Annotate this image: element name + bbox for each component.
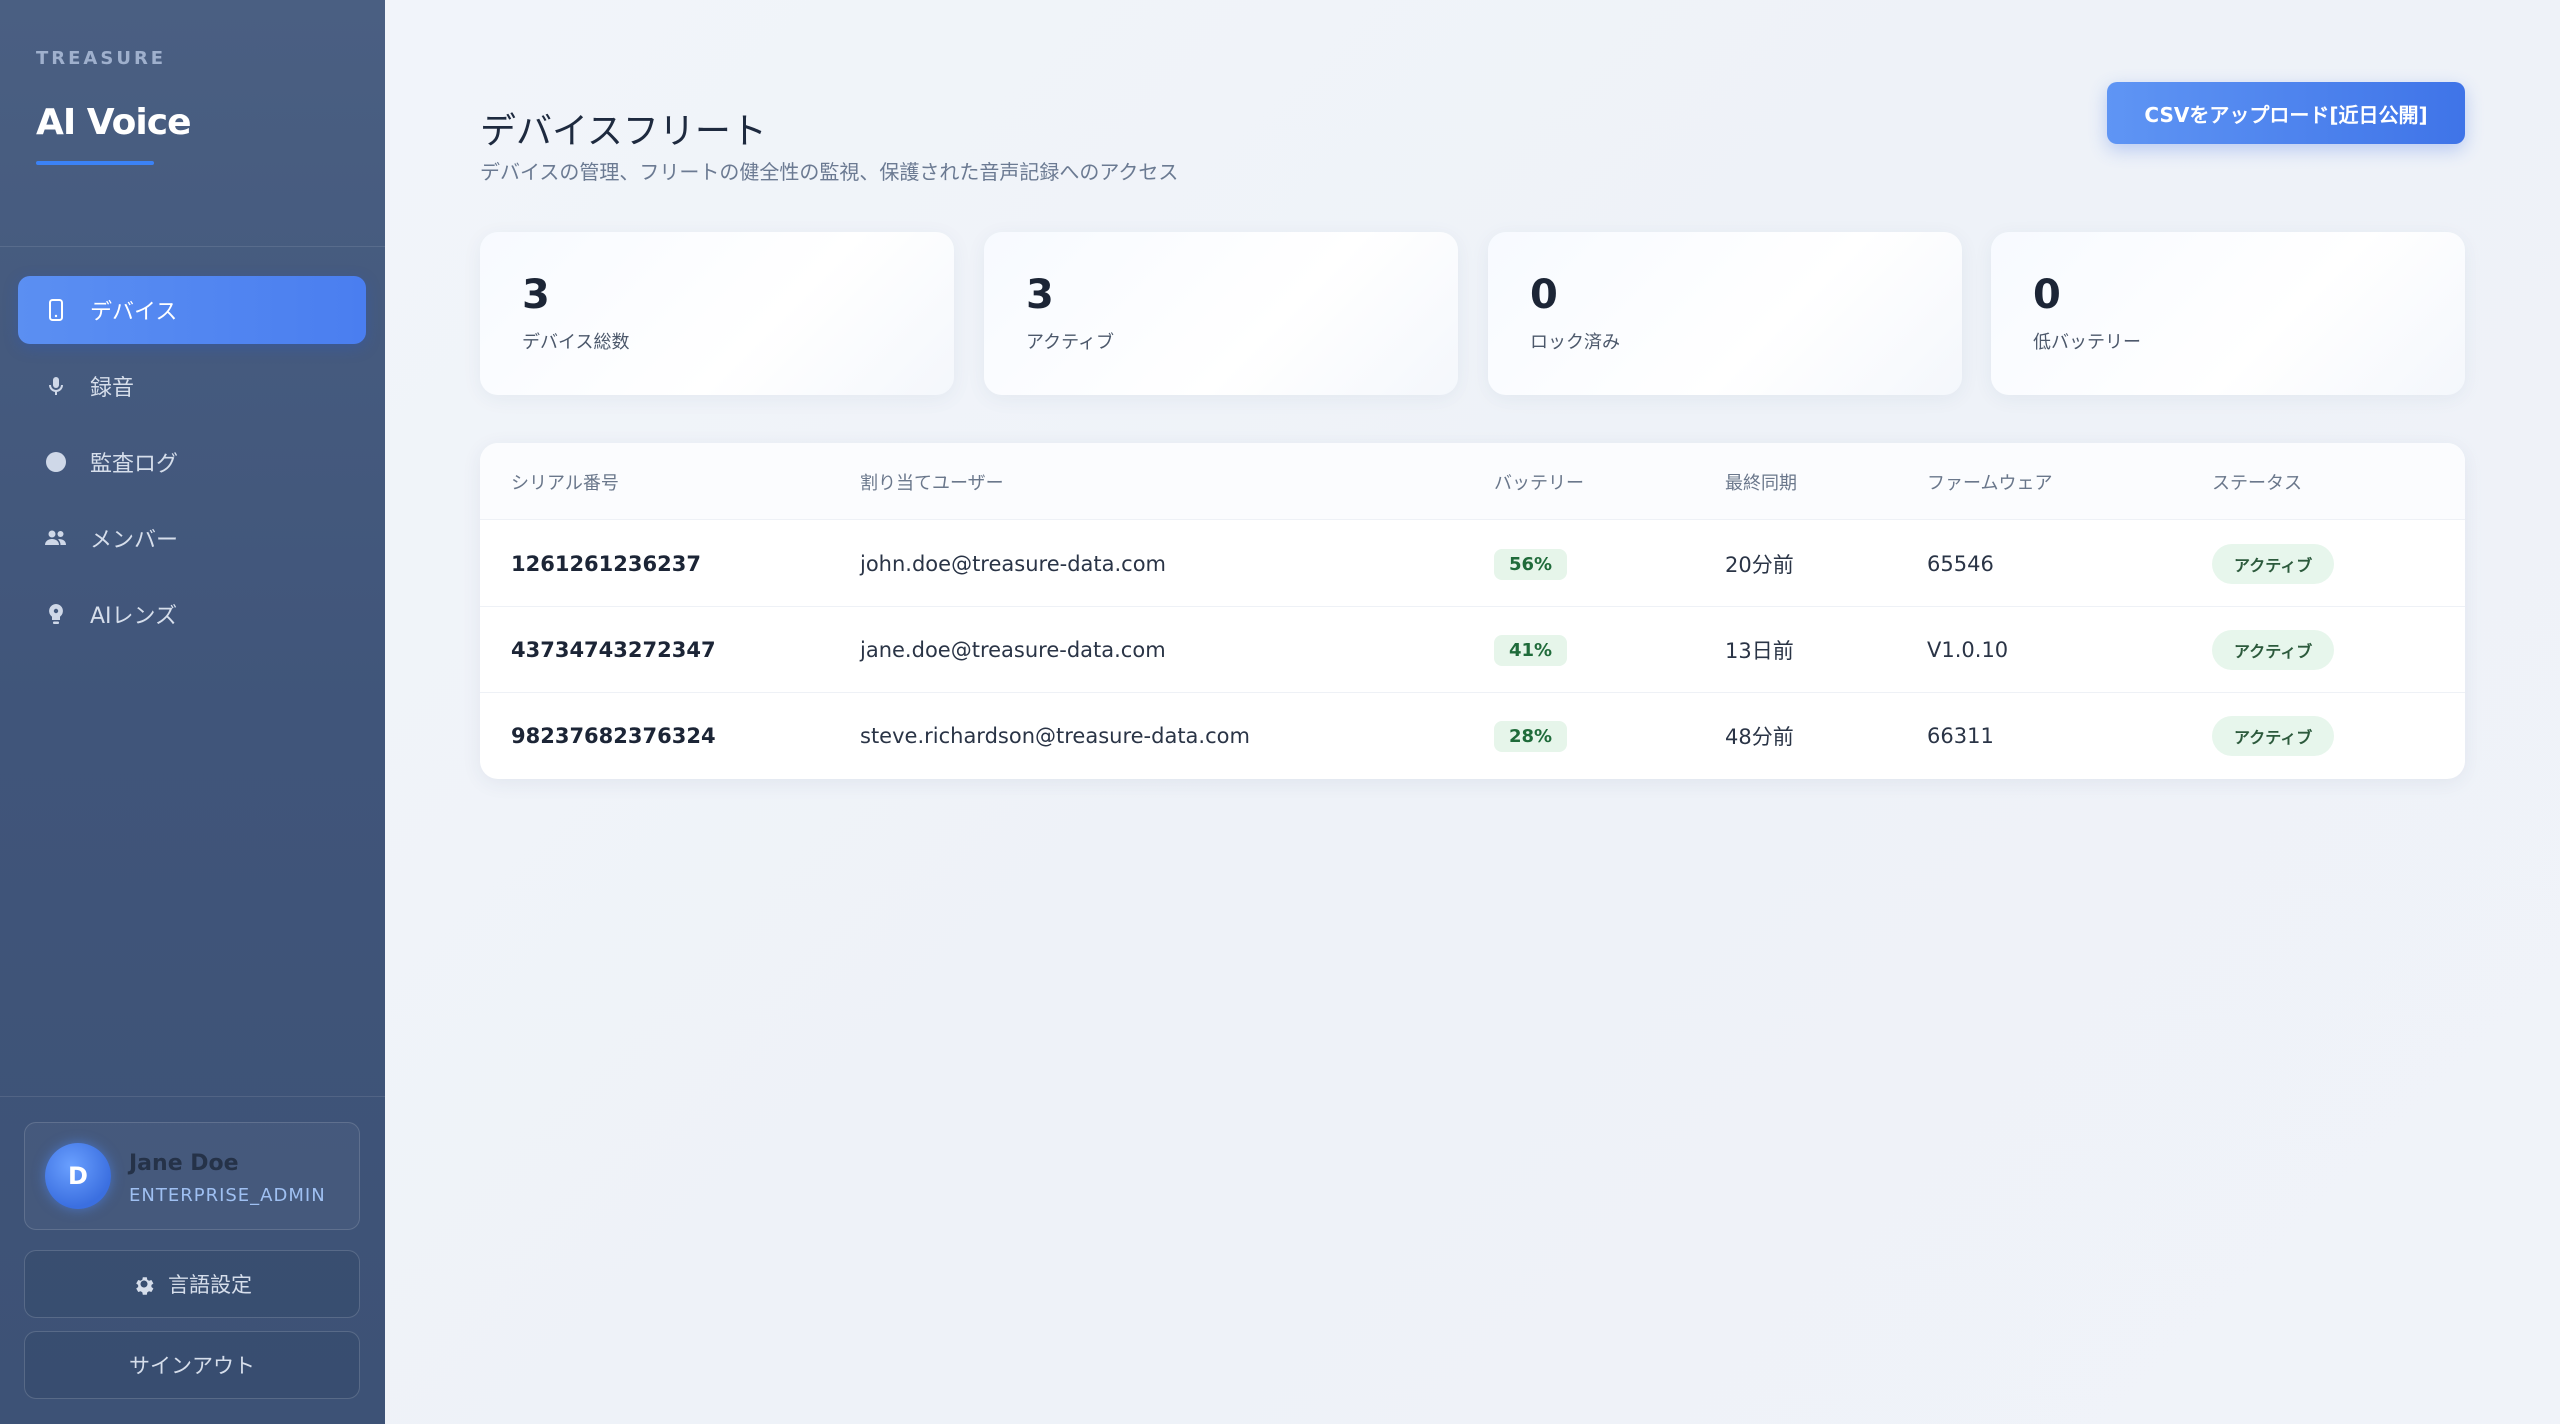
devices-table: シリアル番号 割り当てユーザー バッテリー 最終同期 ファームウェア ステータス… <box>480 443 2465 779</box>
battery-badge: 56% <box>1494 548 1568 580</box>
battery-badge: 41% <box>1494 634 1568 666</box>
firmware-cell: 65546 <box>1927 552 1994 576</box>
microphone-icon <box>44 374 68 398</box>
sidebar-item-audit-log[interactable]: 監査ログ <box>18 428 366 496</box>
sidebar-divider <box>0 1096 385 1097</box>
sidebar: TREASURE AI Voice デバイス 録音 監査ログ メンバー AIレン… <box>0 0 385 1424</box>
bulb-icon <box>44 602 68 626</box>
stat-card-low-battery: 0 低バッテリー <box>1991 232 2465 395</box>
gear-icon <box>136 1277 154 1295</box>
stat-label: アクティブ <box>1026 332 1115 353</box>
user-cell: jane.doe@treasure-data.com <box>860 638 1166 662</box>
firmware-cell: 66311 <box>1927 724 1994 748</box>
sidebar-item-label: デバイス <box>90 300 178 325</box>
table-row[interactable]: 43734743272347 jane.doe@treasure-data.co… <box>480 607 2465 693</box>
sidebar-item-devices[interactable]: デバイス <box>18 276 366 344</box>
user-cell: john.doe@treasure-data.com <box>860 552 1167 576</box>
user-cell: steve.richardson@treasure-data.com <box>860 724 1250 748</box>
stat-label: ロック済み <box>1530 332 1620 353</box>
table-row[interactable]: 98237682376324 steve.richardson@treasure… <box>480 693 2465 779</box>
column-header-serial[interactable]: シリアル番号 <box>511 469 619 495</box>
battery-badge: 28% <box>1494 720 1568 752</box>
sidebar-item-members[interactable]: メンバー <box>18 504 366 572</box>
sign-out-label: サインアウト <box>129 1354 255 1378</box>
upload-csv-button[interactable]: CSVをアップロード[近日公開] <box>2107 82 2465 144</box>
brand-underline <box>36 161 154 165</box>
firmware-cell: V1.0.10 <box>1927 638 2009 662</box>
column-header-assigned-user[interactable]: 割り当てユーザー <box>860 469 1004 495</box>
stat-label: 低バッテリー <box>2033 332 2141 353</box>
page-subtitle: デバイスの管理、フリートの健全性の監視、保護された音声記録へのアクセス <box>480 160 1179 184</box>
phone-icon <box>44 298 68 322</box>
user-name: Jane Doe <box>129 1151 239 1176</box>
battery-cell: 28% <box>1494 693 1568 779</box>
last-sync-cell: 20分前 <box>1725 553 1794 577</box>
sidebar-item-ai-lens[interactable]: AIレンズ <box>18 580 366 648</box>
page-title: デバイスフリート <box>480 111 767 152</box>
stat-card-locked: 0 ロック済み <box>1488 232 1962 395</box>
column-header-battery[interactable]: バッテリー <box>1494 469 1584 495</box>
status-cell: アクティブ <box>2212 693 2335 779</box>
column-header-status[interactable]: ステータス <box>2212 469 2302 495</box>
sidebar-item-recordings[interactable]: 録音 <box>18 352 366 420</box>
brand-company: TREASURE <box>36 48 167 69</box>
stat-card-total-devices: 3 デバイス総数 <box>480 232 954 395</box>
user-card[interactable]: D Jane Doe ENTERPRISE_ADMIN <box>24 1122 360 1230</box>
serial-cell: 1261261236237 <box>511 552 701 576</box>
column-header-last-sync[interactable]: 最終同期 <box>1725 469 1797 495</box>
status-badge: アクティブ <box>2212 630 2335 670</box>
status-cell: アクティブ <box>2212 607 2335 693</box>
sidebar-item-label: AIレンズ <box>90 604 178 629</box>
stat-value: 3 <box>522 272 550 318</box>
sidebar-item-label: 録音 <box>90 376 135 401</box>
last-sync-cell: 48分前 <box>1725 725 1794 749</box>
stat-value: 3 <box>1026 272 1054 318</box>
sidebar-item-label: 監査ログ <box>90 452 179 477</box>
serial-cell: 98237682376324 <box>511 724 716 748</box>
battery-cell: 56% <box>1494 521 1568 607</box>
avatar: D <box>45 1143 111 1209</box>
serial-cell: 43734743272347 <box>511 638 716 662</box>
user-role: ENTERPRISE_ADMIN <box>129 1185 326 1206</box>
people-icon <box>44 526 68 550</box>
language-settings-button[interactable]: 言語設定 <box>24 1250 360 1318</box>
last-sync-cell: 13日前 <box>1725 639 1794 663</box>
brand-logo-text[interactable]: AI Voice <box>36 102 192 143</box>
sign-out-button[interactable]: サインアウト <box>24 1331 360 1399</box>
status-badge: アクティブ <box>2212 544 2335 584</box>
sidebar-divider <box>0 246 385 247</box>
table-row[interactable]: 1261261236237 john.doe@treasure-data.com… <box>480 521 2465 607</box>
circle-icon <box>44 450 68 474</box>
status-cell: アクティブ <box>2212 521 2335 607</box>
stat-card-active: 3 アクティブ <box>984 232 1458 395</box>
status-badge: アクティブ <box>2212 716 2335 756</box>
battery-cell: 41% <box>1494 607 1568 693</box>
table-header: シリアル番号 割り当てユーザー バッテリー 最終同期 ファームウェア ステータス <box>480 443 2465 520</box>
language-settings-label: 言語設定 <box>168 1273 252 1297</box>
stat-label: デバイス総数 <box>522 332 630 353</box>
sidebar-item-label: メンバー <box>90 528 179 553</box>
sidebar-nav: デバイス 録音 監査ログ メンバー AIレンズ <box>18 276 366 656</box>
stat-value: 0 <box>1530 272 1558 318</box>
column-header-firmware[interactable]: ファームウェア <box>1927 469 2052 495</box>
stat-value: 0 <box>2033 272 2061 318</box>
